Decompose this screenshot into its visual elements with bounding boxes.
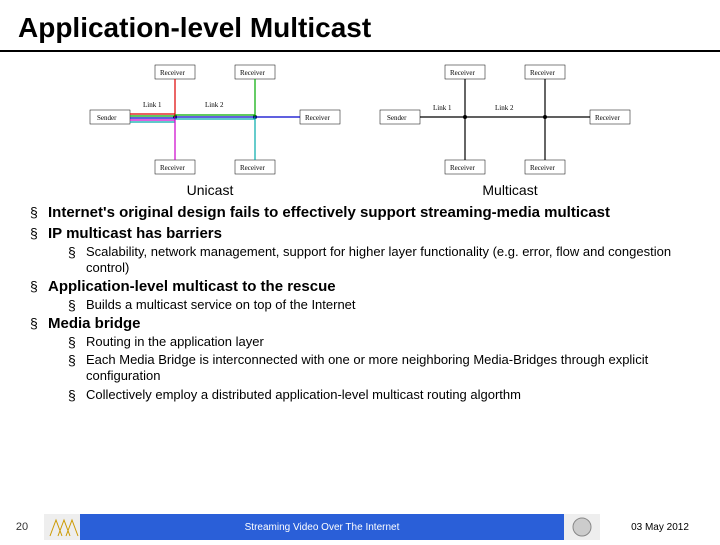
- receiver-bot1: Receiver: [155, 160, 195, 174]
- link1-label: Link 1: [143, 101, 162, 109]
- bullet-3: Application-level multicast to the rescu…: [30, 278, 702, 313]
- receiver-top1: Receiver: [155, 65, 195, 79]
- sender-node: Sender: [90, 110, 130, 124]
- svg-text:Receiver: Receiver: [530, 164, 556, 172]
- svg-text:Receiver: Receiver: [595, 114, 621, 122]
- link2-label: Link 2: [205, 101, 224, 109]
- svg-text:Sender: Sender: [387, 114, 407, 122]
- svg-text:Receiver: Receiver: [160, 69, 186, 77]
- unicast-diagram: Sender Receiver Receiver Receiver Receiv…: [85, 60, 345, 180]
- svg-text:Sender: Sender: [97, 114, 117, 122]
- receiver-bot2: Receiver: [235, 160, 275, 174]
- bullet-4-1: Routing in the application layer: [68, 334, 702, 350]
- footer: 20 Streaming Video Over The Internet 03 …: [0, 514, 720, 540]
- caption-row: Unicast Multicast: [0, 182, 720, 198]
- footer-date: 03 May 2012: [600, 514, 720, 540]
- bullet-3-1: Builds a multicast service on top of the…: [68, 297, 702, 313]
- footer-logo-left: [44, 514, 80, 540]
- bullet-4: Media bridge Routing in the application …: [30, 315, 702, 403]
- bullet-4-2: Each Media Bridge is interconnected with…: [68, 352, 702, 385]
- bullet-2: IP multicast has barriers Scalability, n…: [30, 225, 702, 276]
- bullet-2-1: Scalability, network management, support…: [68, 244, 702, 277]
- svg-text:Receiver: Receiver: [240, 164, 266, 172]
- svg-text:Receiver: Receiver: [530, 69, 556, 77]
- svg-text:Receiver: Receiver: [160, 164, 186, 172]
- multicast-caption: Multicast: [360, 182, 660, 198]
- svg-text:Receiver: Receiver: [450, 69, 476, 77]
- svg-text:Receiver: Receiver: [450, 164, 476, 172]
- receiver-right: Receiver: [300, 110, 340, 124]
- multicast-diagram: Sender Receiver Receiver Receiver Receiv…: [375, 60, 635, 180]
- receiver-top2: Receiver: [235, 65, 275, 79]
- unicast-caption: Unicast: [60, 182, 360, 198]
- diagram-row: Sender Receiver Receiver Receiver Receiv…: [0, 52, 720, 182]
- footer-logo-right: [564, 514, 600, 540]
- bullet-1: Internet's original design fails to effe…: [30, 204, 702, 223]
- svg-text:Link 1: Link 1: [433, 104, 452, 112]
- slide-title: Application-level Multicast: [0, 0, 720, 52]
- page-number: 20: [0, 514, 44, 540]
- svg-text:Receiver: Receiver: [240, 69, 266, 77]
- svg-text:Link 2: Link 2: [495, 104, 514, 112]
- bullet-list: Internet's original design fails to effe…: [0, 198, 720, 403]
- footer-title: Streaming Video Over The Internet: [80, 514, 564, 540]
- bullet-4-3: Collectively employ a distributed applic…: [68, 387, 702, 403]
- svg-text:Receiver: Receiver: [305, 114, 331, 122]
